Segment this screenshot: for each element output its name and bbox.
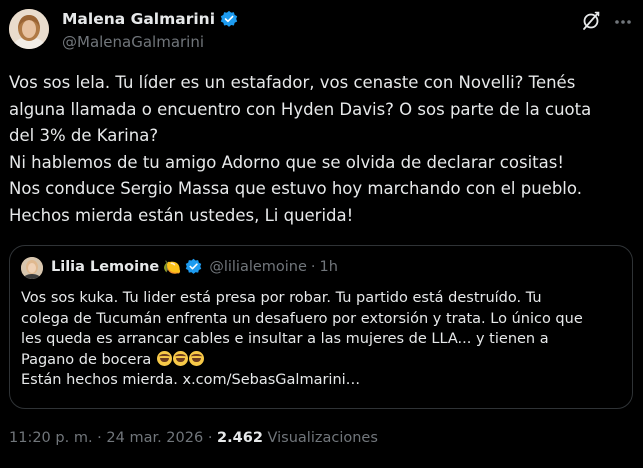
quote-text-line: les queda es arrancar cables e insultar … xyxy=(21,331,549,347)
quote-timestamp[interactable]: 1h xyxy=(320,259,338,275)
quote-text-fragment: Pagano de bocera xyxy=(21,351,152,368)
rolling-on-floor-laughing-emoji xyxy=(156,350,172,366)
quote-author-name[interactable]: Lilia Lemoine xyxy=(51,259,159,275)
grok-icon[interactable] xyxy=(580,10,602,32)
tweet-time[interactable]: 11:20 p. m. xyxy=(9,430,93,446)
rolling-on-floor-laughing-emoji xyxy=(188,350,204,366)
tweet-text-line: del 3% de Karina? xyxy=(9,126,159,145)
tweet: Malena Galmarini @MalenaGalmarini Vos so… xyxy=(0,0,643,468)
verified-badge-icon xyxy=(185,258,203,276)
quote-author-avatar[interactable] xyxy=(21,257,43,279)
tweet-text-line: Nos conduce Sergio Massa que estuvo hoy … xyxy=(9,179,582,198)
tweet-text-line: Ni hablemos de tu amigo Adorno que se ol… xyxy=(9,152,564,172)
tweet-text-line: Hechos mierda están ustedes, Li querida! xyxy=(9,205,354,225)
author-handle[interactable]: @MalenaGalmarini xyxy=(62,33,204,51)
views-count: 2.462 xyxy=(217,430,263,446)
verified-badge-icon xyxy=(220,10,238,28)
tweet-text-line: Vos sos lela. Tu líder es un estafador, … xyxy=(9,73,576,92)
quote-author-handle[interactable]: @lilialemoine xyxy=(209,259,307,275)
lemon-emoji: 🍋 xyxy=(163,259,182,276)
quote-text-line-with-emoji: Pagano de bocera xyxy=(21,350,621,371)
quote-text-line: Vos sos kuka. Tu lider está presa por ro… xyxy=(21,290,542,306)
quote-text-line: Están hechos mierda. x.com/SebasGalmarin… xyxy=(21,372,361,388)
tweet-text: Vos sos lela. Tu líder es un estafador, … xyxy=(9,70,634,229)
quoted-tweet[interactable]: Lilia Lemoine 🍋 @lilialemoine · 1h Vos s… xyxy=(9,245,633,409)
tweet-meta: 11:20 p. m. · 24 mar. 2026 · 2.462 Visua… xyxy=(9,430,378,446)
quote-header: Lilia Lemoine 🍋 @lilialemoine · 1h xyxy=(51,258,338,276)
rolling-on-floor-laughing-emoji xyxy=(172,350,188,366)
author-avatar[interactable] xyxy=(9,9,49,49)
quote-text-line: colega de Tucumán enfrenta un desafuero … xyxy=(21,310,583,327)
author-name[interactable]: Malena Galmarini xyxy=(62,10,215,28)
meta-separator: · xyxy=(207,430,213,446)
tweet-text-line: alguna llamada o encuentro con Hyden Dav… xyxy=(9,99,592,119)
views-label: Visualizaciones xyxy=(267,430,378,446)
tweet-date[interactable]: 24 mar. 2026 xyxy=(106,430,203,446)
quote-text: Vos sos kuka. Tu lider está presa por ro… xyxy=(21,288,621,391)
more-options-icon[interactable] xyxy=(613,12,633,32)
quote-separator: · xyxy=(310,259,316,275)
author-name-row: Malena Galmarini xyxy=(62,10,238,28)
meta-separator: · xyxy=(97,430,102,446)
